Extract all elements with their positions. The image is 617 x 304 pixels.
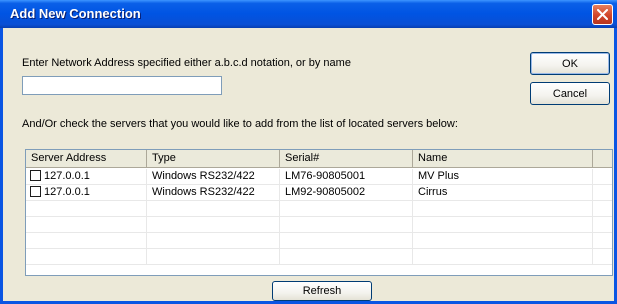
- empty-row: [26, 249, 612, 265]
- column-header-filler: [593, 150, 612, 167]
- column-header-serial[interactable]: Serial#: [280, 150, 413, 167]
- ok-button-label: OK: [562, 57, 578, 70]
- serial-cell: LM76-90805001: [280, 169, 413, 184]
- servers-instruction-label: And/Or check the servers that you would …: [22, 118, 458, 130]
- server-address-cell: 127.0.0.1: [26, 169, 147, 184]
- type-cell: Windows RS232/422: [147, 169, 280, 184]
- cancel-button-label: Cancel: [552, 87, 588, 100]
- server-address-text: 127.0.0.1: [44, 170, 90, 182]
- add-new-connection-dialog: Add New Connection Enter Network Address…: [0, 0, 617, 304]
- cancel-button[interactable]: Cancel: [530, 82, 610, 105]
- title-bar[interactable]: Add New Connection: [0, 0, 617, 28]
- close-button[interactable]: [592, 4, 613, 25]
- type-cell: Windows RS232/422: [147, 185, 280, 200]
- serial-cell: LM92-90805002: [280, 185, 413, 200]
- server-address-cell: 127.0.0.1: [26, 185, 147, 200]
- refresh-button-label: Refresh: [302, 285, 342, 297]
- column-header-name[interactable]: Name: [413, 150, 593, 167]
- name-cell: MV Plus: [413, 169, 593, 184]
- ok-button[interactable]: OK: [530, 52, 610, 75]
- window-title: Add New Connection: [10, 6, 141, 21]
- network-address-input[interactable]: [22, 76, 222, 95]
- table-row[interactable]: 127.0.0.1 Windows RS232/422 LM76-9080500…: [26, 169, 612, 185]
- column-header-type[interactable]: Type: [147, 150, 280, 167]
- server-address-text: 127.0.0.1: [44, 186, 90, 198]
- close-icon: [597, 9, 608, 20]
- servers-list-header: Server Address Type Serial# Name: [26, 150, 612, 168]
- empty-row: [26, 217, 612, 233]
- address-prompt-label: Enter Network Address specified either a…: [22, 57, 351, 69]
- name-cell: Cirrus: [413, 185, 593, 200]
- column-header-server-address[interactable]: Server Address: [26, 150, 147, 167]
- table-row[interactable]: 127.0.0.1 Windows RS232/422 LM92-9080500…: [26, 185, 612, 201]
- checkbox-icon[interactable]: [30, 170, 41, 181]
- servers-list[interactable]: Server Address Type Serial# Name 127.0.0…: [25, 149, 613, 276]
- empty-row: [26, 201, 612, 217]
- checkbox-icon[interactable]: [30, 186, 41, 197]
- empty-row: [26, 233, 612, 249]
- refresh-button[interactable]: Refresh: [272, 281, 372, 301]
